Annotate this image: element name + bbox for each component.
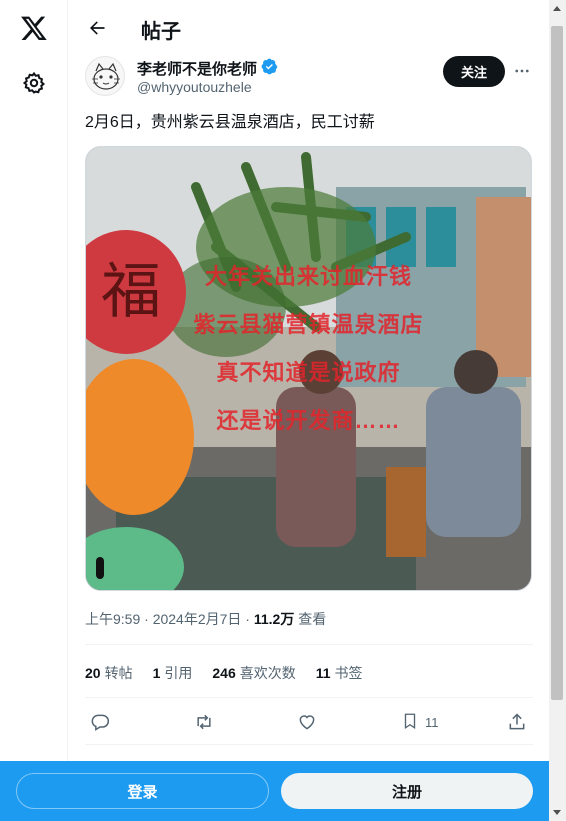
stat-reposts[interactable]: 20 转帖 — [85, 663, 133, 683]
bookmark-icon — [401, 711, 419, 734]
repost-icon[interactable] — [193, 706, 215, 738]
signin-bar: 登录 注册 — [0, 761, 549, 821]
views-label: 查看 — [298, 611, 327, 627]
stat-bookmarks[interactable]: 11 书签 — [316, 663, 363, 683]
post-text: 2月6日，贵州紫云县温泉酒店，民工讨薪 — [85, 114, 375, 131]
video-caption-line: 还是说开发商…… — [216, 408, 401, 433]
x-logo-icon[interactable] — [17, 11, 51, 45]
bookmark-button[interactable]: 11 — [401, 706, 439, 738]
scroll-up-icon[interactable] — [553, 6, 561, 11]
left-rail — [0, 0, 68, 821]
page-title: 帖子 — [141, 21, 181, 43]
more-icon[interactable] — [511, 60, 533, 82]
author-handle[interactable]: @whyyoutouzhele — [137, 79, 252, 95]
video-caption-line: 大年关出来讨血汗钱 — [204, 264, 412, 289]
post-stats: 20 转帖 1 引用 246 喜欢次数 11 书签 — [85, 663, 363, 683]
views-count: 11.2万 — [253, 611, 295, 627]
back-arrow-icon[interactable] — [83, 14, 111, 42]
gear-icon[interactable] — [17, 66, 51, 100]
video-caption-line: 紫云县猫营镇温泉酒店 — [193, 312, 424, 337]
scroll-thumb[interactable] — [551, 26, 563, 700]
scroll-down-icon[interactable] — [553, 810, 561, 815]
author-name-text: 李老师不是你老师 — [137, 61, 258, 78]
signup-button[interactable]: 注册 — [281, 773, 533, 809]
divider — [85, 697, 533, 698]
login-button[interactable]: 登录 — [16, 773, 269, 809]
share-icon[interactable] — [507, 706, 527, 738]
post-actions: 11 — [85, 706, 533, 738]
author-name[interactable]: 李老师不是你老师 — [137, 58, 278, 79]
stat-likes[interactable]: 246 喜欢次数 — [212, 663, 295, 683]
divider — [85, 644, 533, 645]
post-timestamp[interactable]: 上午9:59 · 2024年2月7日 · — [85, 611, 254, 627]
scrollbar[interactable] — [549, 0, 566, 821]
reply-icon[interactable] — [90, 706, 110, 738]
main-column: 帖子 李老师不是你老师 @whyyoutouzhele 关注 2月6日，贵州紫云… — [69, 0, 549, 821]
post-meta: 上午9:59 · 2024年2月7日 · 11.2万 查看 — [85, 609, 326, 629]
follow-button[interactable]: 关注 — [443, 56, 505, 87]
like-icon[interactable] — [297, 706, 317, 738]
divider — [85, 744, 533, 745]
avatar[interactable] — [85, 56, 125, 96]
stat-quotes[interactable]: 1 引用 — [153, 663, 193, 683]
verified-badge-icon — [261, 58, 278, 79]
page-header: 帖子 — [69, 0, 549, 56]
bookmark-count: 11 — [425, 714, 439, 730]
post-author: 李老师不是你老师 @whyyoutouzhele 关注 — [85, 56, 533, 102]
post-video[interactable]: 福 大年关出来讨血汗钱 紫云县猫营镇温泉酒店 真不知道是说政府 还是说开发商…… — [85, 146, 532, 591]
video-caption-line: 真不知道是说政府 — [216, 360, 401, 385]
